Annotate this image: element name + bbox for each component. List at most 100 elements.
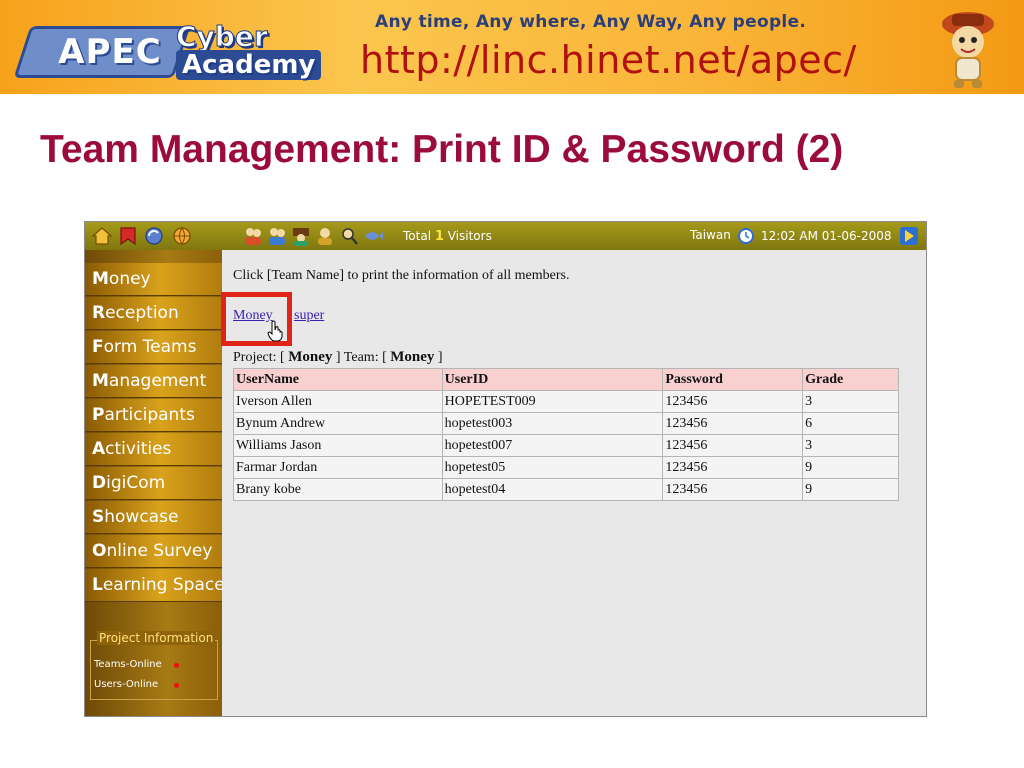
teacher-icon[interactable]	[315, 226, 335, 246]
cell-password: 123456	[662, 478, 804, 501]
project-label: Project: [	[233, 350, 285, 365]
banner: APEC Cyber Academy Any time, Any where, …	[0, 0, 1024, 94]
teams-online-label: Teams-Online	[94, 659, 162, 670]
menu-label: articipants	[104, 405, 195, 425]
table-row: Bynum Andrew hopetest003 123456 6	[233, 412, 899, 435]
menu-initial: M	[92, 371, 109, 391]
clock-readout: 12:02 AM 01-06-2008	[761, 229, 892, 243]
arrow-next-icon[interactable]	[899, 226, 919, 246]
sidebar-item-showcase[interactable]: Showcase	[85, 501, 222, 534]
main-content: Click [Team Name] to print the informati…	[221, 250, 926, 716]
project-team-line: Project: [ Money ] Team: [ Money ]	[233, 349, 443, 366]
menu-initial: D	[92, 473, 107, 493]
menu-initial: S	[92, 507, 105, 527]
class-icon[interactable]	[291, 226, 311, 246]
cell-password: 123456	[662, 456, 804, 479]
menu-initial: A	[92, 439, 106, 459]
hand-cursor-icon	[267, 320, 283, 342]
menu-initial: F	[92, 337, 104, 357]
cyber-logo-text: Cyber	[176, 20, 269, 54]
table-row: Farmar Jordan hopetest05 123456 9	[233, 456, 899, 479]
cell-username: Iverson Allen	[233, 390, 443, 413]
cell-userid: hopetest007	[441, 434, 664, 457]
project-info-legend: Project Information	[97, 631, 216, 645]
cell-password: 123456	[662, 434, 804, 457]
sidebar-item-online-survey[interactable]: Online Survey	[85, 535, 222, 568]
table-row: Iverson Allen HOPETEST009 123456 3	[233, 390, 899, 413]
col-header-grade: Grade	[802, 368, 899, 391]
search-user-icon[interactable]	[339, 226, 359, 246]
academy-logo-text: Academy	[176, 50, 322, 80]
cell-grade: 3	[802, 434, 899, 457]
table-row: Williams Jason hopetest007 123456 3	[233, 434, 899, 457]
cell-username: Brany kobe	[233, 478, 443, 501]
tagline: Any time, Any where, Any Way, Any people…	[375, 12, 807, 32]
visitor-counter: Total 1 Visitors	[403, 229, 492, 244]
team-close-bracket: ]	[437, 350, 443, 365]
globe-icon[interactable]	[171, 226, 193, 246]
app-screenshot: Total 1 Visitors Taiwan 12:02 AM 01-06-2…	[84, 221, 927, 717]
users-online-label: Users-Online	[94, 679, 159, 690]
people-icon[interactable]	[243, 226, 263, 246]
members-table: UserName UserID Password Grade Iverson A…	[233, 368, 899, 501]
slide-title: Team Management: Print ID & Password (2)	[40, 128, 844, 171]
sidebar: Money Reception Form Teams Management Pa…	[85, 250, 222, 716]
col-header-password: Password	[662, 368, 804, 391]
cell-userid: hopetest003	[441, 412, 664, 435]
cell-username: Farmar Jordan	[233, 456, 443, 479]
cell-password: 123456	[662, 390, 804, 413]
table-row: Brany kobe hopetest04 123456 9	[233, 478, 899, 501]
menu-label: howcase	[104, 507, 179, 527]
site-url: http://linc.hinet.net/apec/	[360, 38, 857, 82]
col-header-username: UserName	[233, 368, 443, 391]
instruction-text: Click [Team Name] to print the informati…	[233, 268, 570, 283]
menu-label: ctivities	[105, 439, 172, 459]
fish-icon[interactable]	[363, 226, 383, 246]
refresh-icon[interactable]	[143, 226, 165, 246]
cell-userid: hopetest05	[441, 456, 664, 479]
menu-label: oney	[108, 269, 151, 289]
menu-initial: M	[92, 269, 109, 289]
table-header-row: UserName UserID Password Grade	[233, 368, 899, 391]
sidebar-item-reception[interactable]: Reception	[85, 297, 222, 330]
home-icon[interactable]	[91, 226, 113, 246]
cell-grade: 9	[802, 456, 899, 479]
cell-userid: hopetest04	[441, 478, 664, 501]
sidebar-item-form-teams[interactable]: Form Teams	[85, 331, 222, 364]
cell-grade: 6	[802, 412, 899, 435]
sidebar-item-learning-space[interactable]: Learning Space	[85, 569, 222, 602]
cell-password: 123456	[662, 412, 804, 435]
visitor-prefix: Total	[403, 229, 432, 243]
project-name: Money	[288, 349, 333, 365]
sidebar-item-digicom[interactable]: DigiCom	[85, 467, 222, 500]
apec-logo[interactable]: APEC Cyber Academy	[8, 6, 348, 88]
top-toolbar: Total 1 Visitors Taiwan 12:02 AM 01-06-2…	[85, 222, 926, 250]
clock-icon	[738, 228, 754, 244]
teams-online-indicator	[174, 663, 179, 668]
bookmark-icon[interactable]	[117, 226, 139, 246]
sidebar-item-activities[interactable]: Activities	[85, 433, 222, 466]
sidebar-item-participants[interactable]: Participants	[85, 399, 222, 432]
col-header-userid: UserID	[441, 368, 664, 391]
menu-label: eception	[105, 303, 179, 323]
team-link-super[interactable]: super	[294, 308, 324, 324]
cell-username: Williams Jason	[233, 434, 443, 457]
menu-label: earning Space	[102, 575, 222, 595]
region-label: Taiwan	[690, 228, 731, 242]
menu-initial: R	[92, 303, 106, 323]
apec-logo-text: APEC	[58, 32, 162, 72]
team-label: ] Team: [	[335, 350, 387, 365]
visitor-suffix: Visitors	[447, 229, 492, 243]
sidebar-item-management[interactable]: Management	[85, 365, 222, 398]
user-group-icon[interactable]	[267, 226, 287, 246]
project-info-box: Project Information Teams-Online Users-O…	[90, 631, 218, 700]
users-online-indicator	[174, 683, 179, 688]
mascot-icon	[942, 12, 994, 88]
menu-initial: O	[92, 541, 107, 561]
sidebar-item-money[interactable]: Money	[85, 263, 222, 296]
menu-initial: L	[92, 575, 103, 595]
cell-grade: 3	[802, 390, 899, 413]
cell-username: Bynum Andrew	[233, 412, 443, 435]
menu-label: nline Survey	[106, 541, 213, 561]
cell-userid: HOPETEST009	[441, 390, 664, 413]
